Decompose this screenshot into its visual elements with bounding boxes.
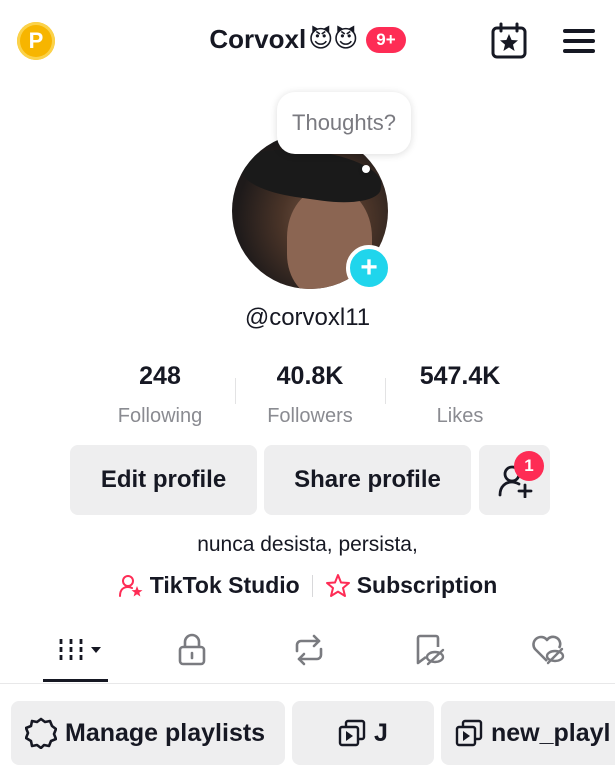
playlist-icon xyxy=(338,719,366,747)
subscription-label: Subscription xyxy=(356,572,498,598)
profile-bio: nunca desista, persista, xyxy=(197,533,418,556)
grid-dropdown-icon xyxy=(59,639,101,661)
subscription-link[interactable]: Subscription xyxy=(325,572,498,599)
stat-label: Followers xyxy=(267,405,353,427)
plus-icon: + xyxy=(360,251,378,284)
stat-likes[interactable]: 547.4K Likes xyxy=(385,362,535,428)
tab-liked[interactable] xyxy=(522,632,572,668)
add-friends-button[interactable]: 1 xyxy=(479,445,550,515)
tab-divider xyxy=(0,683,615,684)
tab-private[interactable] xyxy=(167,632,217,668)
subscription-star-icon xyxy=(325,573,350,597)
title-emoji: 😈😈 xyxy=(308,25,359,53)
stat-value: 547.4K xyxy=(419,362,501,390)
friends-badge: 1 xyxy=(514,451,544,481)
tiktok-studio-link[interactable]: TikTok Studio xyxy=(118,572,300,599)
bookmark-hidden-icon xyxy=(416,634,445,666)
playlist-chip-new[interactable]: new_playl xyxy=(441,701,615,765)
link-divider xyxy=(311,574,313,597)
repost-icon xyxy=(295,634,323,666)
thoughts-placeholder: Thoughts? xyxy=(292,110,396,135)
profile-handle: @corvoxl11 xyxy=(244,304,371,331)
tab-videos[interactable] xyxy=(54,632,104,668)
account-name: Corvoxl xyxy=(209,24,307,54)
stat-label: Following xyxy=(117,405,203,427)
profile-links: TikTok Studio Subscription xyxy=(0,572,615,599)
studio-icon xyxy=(118,574,143,597)
heart-hidden-icon xyxy=(532,635,565,665)
tab-reposts[interactable] xyxy=(284,632,334,668)
add-story-button[interactable]: + xyxy=(346,245,392,291)
playlist-chip-j[interactable]: J xyxy=(292,701,434,765)
lock-icon xyxy=(178,633,206,666)
playlist-name: J xyxy=(374,718,388,747)
playlist-icon xyxy=(455,719,483,747)
thoughts-bubble[interactable]: Thoughts? xyxy=(277,92,411,154)
notification-badge: 9+ xyxy=(366,26,406,53)
playlist-name: new_playl xyxy=(491,718,611,747)
menu-icon[interactable] xyxy=(563,26,599,56)
calendar-star-icon[interactable] xyxy=(490,22,528,60)
bubble-tail xyxy=(362,165,370,173)
gear-icon xyxy=(25,717,57,749)
manage-playlists-button[interactable]: Manage playlists xyxy=(11,701,285,765)
stat-value: 40.8K xyxy=(276,362,344,390)
stat-label: Likes xyxy=(436,405,484,427)
manage-playlists-label: Manage playlists xyxy=(65,718,266,747)
stat-following[interactable]: 248 Following xyxy=(85,362,235,428)
stat-followers[interactable]: 40.8K Followers xyxy=(235,362,385,428)
stat-value: 248 xyxy=(139,362,181,390)
active-tab-indicator xyxy=(43,679,108,682)
tab-favorites[interactable] xyxy=(404,632,454,668)
studio-label: TikTok Studio xyxy=(149,572,300,598)
edit-profile-button[interactable]: Edit profile xyxy=(70,445,257,515)
share-profile-button[interactable]: Share profile xyxy=(264,445,471,515)
